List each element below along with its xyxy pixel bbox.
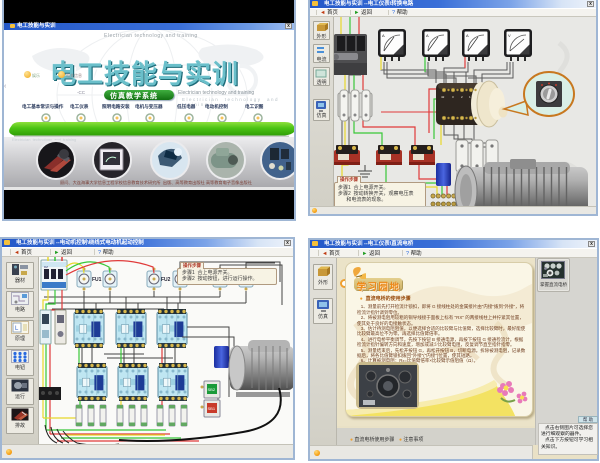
svg-text:V: V (508, 33, 511, 38)
svg-text:FU2: FU2 (161, 277, 171, 283)
svg-text:Electrician technology and: Electrician technology and training (12, 137, 76, 142)
svg-text:A: A (426, 33, 429, 38)
svg-text:42: 42 (441, 95, 445, 99)
svg-text:SB2: SB2 (208, 387, 216, 392)
svg-text:A: A (382, 33, 385, 38)
svg-text:SB1: SB1 (208, 406, 216, 411)
svg-text:A: A (466, 33, 469, 38)
svg-text:DZ: DZ (44, 265, 48, 269)
svg-text:顾问、大连海事大学信息工程学校信息教育技术研究所 出版、高: 顾问、大连海事大学信息工程学校信息教育技术研究所 出版、高等教育出版社 高等教育… (60, 179, 252, 186)
svg-text:FU1: FU1 (92, 277, 102, 283)
